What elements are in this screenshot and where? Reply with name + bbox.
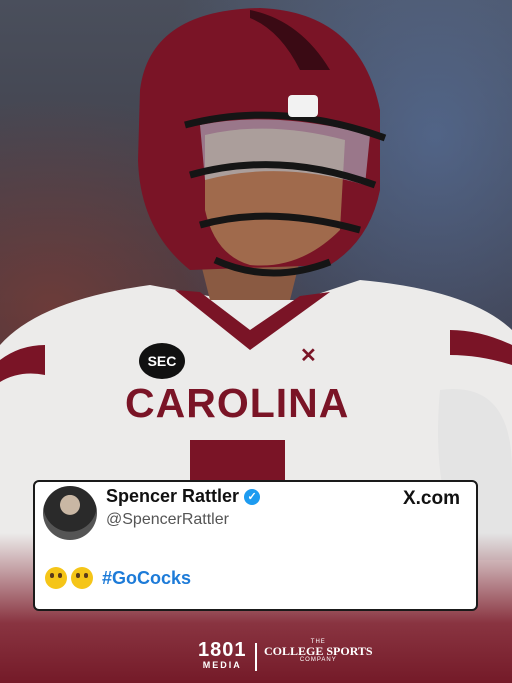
- under-armour-logo-icon: ✕: [300, 345, 317, 367]
- brand-logo-1801-media: 1801 MEDIA: [198, 639, 247, 670]
- flushed-face-emoji-icon: [71, 567, 93, 590]
- tweet-card[interactable]: Spencer Rattler ✓ @SpencerRattler X.com #…: [33, 480, 478, 611]
- avatar[interactable]: [43, 486, 97, 540]
- verified-badge-icon: ✓: [244, 489, 261, 505]
- logo-divider: [255, 643, 257, 671]
- sec-badge: SEC: [139, 343, 185, 379]
- source-label[interactable]: X.com: [403, 488, 460, 510]
- flushed-face-emoji-icon: [45, 567, 67, 590]
- footer-branding: 1801 MEDIA THE COLLEGE SPORTS COMPANY: [0, 639, 512, 675]
- display-name[interactable]: Spencer Rattler: [106, 486, 239, 506]
- hashtag-link[interactable]: #GoCocks: [102, 568, 191, 589]
- jersey-team-text: CAROLINA: [125, 380, 350, 426]
- user-handle[interactable]: @SpencerRattler: [106, 511, 229, 529]
- tweet-emojis: [45, 567, 97, 590]
- tweet-author-line: Spencer Rattler ✓: [106, 486, 261, 507]
- brand-logo-college-sports: THE COLLEGE SPORTS COMPANY: [264, 639, 373, 663]
